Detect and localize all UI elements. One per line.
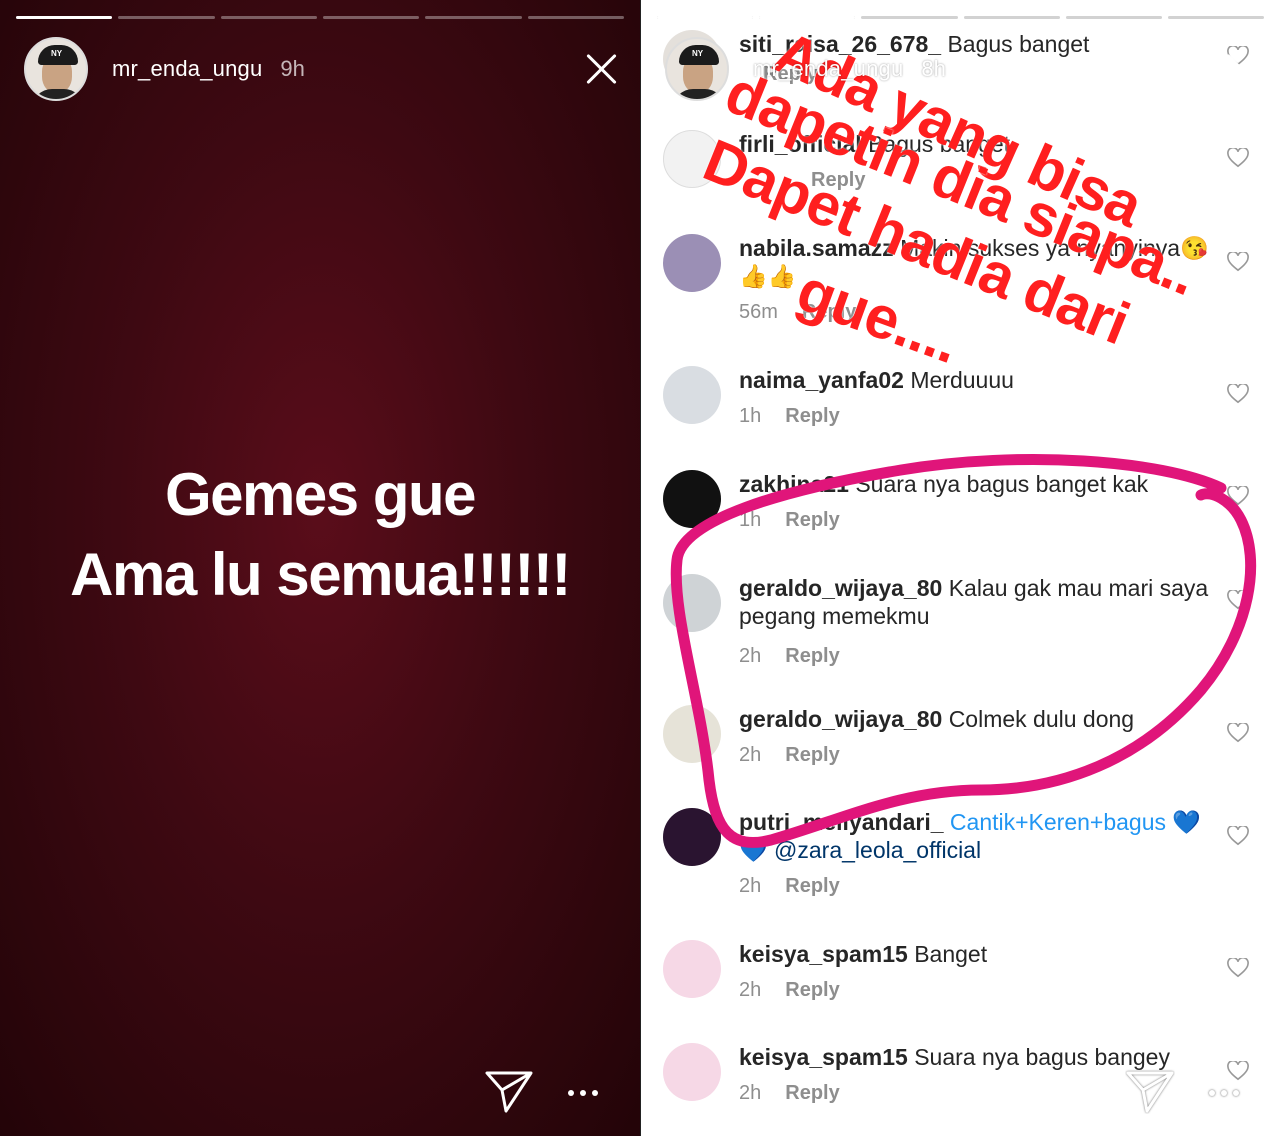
progress-segment	[425, 16, 522, 19]
comment-time: 2h	[739, 1082, 762, 1104]
progress-segment	[657, 16, 754, 19]
comment-username[interactable]: naima_yanfa02	[739, 367, 904, 393]
comment-body: geraldo_wijaya_80 Kalau gak mau mari say…	[739, 574, 1209, 670]
comment-text: Merduuuu	[910, 367, 1014, 393]
progress-segment	[1167, 16, 1265, 19]
close-icon[interactable]	[584, 51, 620, 87]
story-header: mr_enda_ungu 9h	[24, 36, 620, 102]
story-text-line-1: Gemes gue	[165, 461, 476, 528]
comment-username[interactable]: keisya_spam15	[739, 1044, 908, 1070]
comment-username[interactable]: putri_meilyandari_	[739, 809, 944, 835]
commenter-avatar[interactable]	[663, 705, 721, 763]
paper-plane-icon[interactable]	[484, 1068, 534, 1114]
story-time: 9h	[280, 56, 305, 81]
comment-time: 56m	[739, 301, 778, 323]
progress-segment	[1065, 16, 1162, 19]
progress-segment	[527, 16, 624, 19]
comment-text: Colmek dulu dong	[948, 706, 1135, 732]
story-username[interactable]: mr_enda_ungu	[112, 56, 262, 82]
comment-text: Suara nya bagus banget kak	[855, 471, 1149, 497]
commenter-avatar[interactable]	[663, 808, 721, 866]
story-progress-bar	[657, 16, 1265, 19]
heart-outline-icon[interactable]	[1227, 1061, 1249, 1081]
avatar[interactable]	[24, 37, 88, 101]
avatar[interactable]	[665, 37, 729, 101]
progress-fill	[657, 16, 754, 19]
reply-button[interactable]: Reply	[785, 1082, 839, 1104]
comment-text: Banget	[914, 941, 988, 967]
comment-username[interactable]: keisya_spam15	[739, 941, 908, 967]
progress-segment	[759, 16, 856, 19]
heart-outline-icon[interactable]	[1227, 723, 1249, 743]
commenter-avatar[interactable]	[663, 940, 721, 998]
heart-outline-icon[interactable]	[1227, 384, 1249, 404]
comment-body: naima_yanfa02 Merduuuu 1h Reply	[739, 366, 1209, 430]
commenter-avatar[interactable]	[663, 234, 721, 292]
reply-button[interactable]: Reply	[785, 645, 839, 667]
reply-button[interactable]: Reply	[785, 509, 839, 531]
avatar-shirt	[673, 89, 725, 99]
heart-outline-icon[interactable]	[1227, 826, 1249, 846]
heart-outline-icon[interactable]	[1227, 252, 1249, 272]
reply-button[interactable]: Reply	[785, 405, 839, 427]
avatar-cap	[679, 45, 719, 65]
commenter-avatar[interactable]	[663, 470, 721, 528]
commenter-avatar[interactable]	[663, 574, 721, 632]
comment-body: geraldo_wijaya_80 Colmek dulu dong 2h Rep…	[739, 705, 1209, 769]
right-story-panel: siti_raisa_26_678_ Bagus banget Reply fi…	[640, 0, 1280, 1136]
progress-segment	[220, 16, 317, 19]
heart-outline-icon[interactable]	[1227, 958, 1249, 978]
progress-fill	[16, 16, 113, 19]
avatar-shirt	[32, 89, 84, 99]
comment-time: 2h	[739, 645, 762, 667]
comment-body: zakhina21 Suara nya bagus banget kak 1h R…	[739, 470, 1209, 534]
comment-time: 1h	[739, 509, 762, 531]
comment-text: Suara nya bagus bangey	[914, 1044, 1170, 1070]
avatar-cap	[38, 45, 78, 65]
heart-outline-icon[interactable]	[1227, 148, 1249, 168]
story-progress-bar	[16, 16, 624, 19]
paper-plane-icon[interactable]	[1125, 1068, 1175, 1114]
progress-segment	[322, 16, 420, 19]
left-story-panel: mr_enda_ungu 9h Gemes gue Ama lu semua!!…	[0, 0, 640, 1136]
progress-segment	[16, 16, 113, 19]
comment-body: keisya_spam15 Banget 2h Reply	[739, 940, 1209, 1004]
reply-button[interactable]: Reply	[785, 979, 839, 1001]
comment-time: 2h	[739, 875, 762, 897]
story-username[interactable]: mr_enda_ungu	[753, 56, 903, 82]
reply-button[interactable]: Reply	[785, 744, 839, 766]
progress-segment	[861, 16, 958, 19]
heart-outline-icon[interactable]	[1227, 486, 1249, 506]
comment-username[interactable]: geraldo_wijaya_80	[739, 706, 942, 732]
comment-time: 1h	[739, 405, 762, 427]
comment-body: putri_meilyandari_ Cantik+Keren+bagus 💙 …	[739, 808, 1209, 900]
progress-fill	[759, 16, 856, 19]
comment-username[interactable]: zakhina21	[739, 471, 849, 497]
close-icon[interactable]	[1224, 51, 1260, 87]
comment-mention[interactable]: @zara_leola_official	[774, 837, 981, 863]
commenter-avatar[interactable]	[663, 366, 721, 424]
more-dots-icon[interactable]	[1209, 1090, 1239, 1098]
reply-button[interactable]: Reply	[785, 875, 839, 897]
comment-username[interactable]: geraldo_wijaya_80	[739, 575, 942, 601]
heart-outline-icon[interactable]	[1227, 590, 1249, 610]
more-dots-icon[interactable]	[568, 1090, 598, 1098]
story-text: Gemes gue Ama lu semua!!!!!!	[0, 455, 640, 615]
comment-time: 2h	[739, 979, 762, 1001]
comment-time: 2h	[739, 744, 762, 766]
story-text-line-2: Ama lu semua!!!!!!	[70, 541, 571, 608]
story-time: 8h	[921, 56, 946, 81]
progress-segment	[963, 16, 1060, 19]
commenter-avatar[interactable]	[663, 1043, 721, 1101]
story-header: mr_enda_ungu 8h	[665, 36, 1260, 102]
progress-segment	[118, 16, 215, 19]
